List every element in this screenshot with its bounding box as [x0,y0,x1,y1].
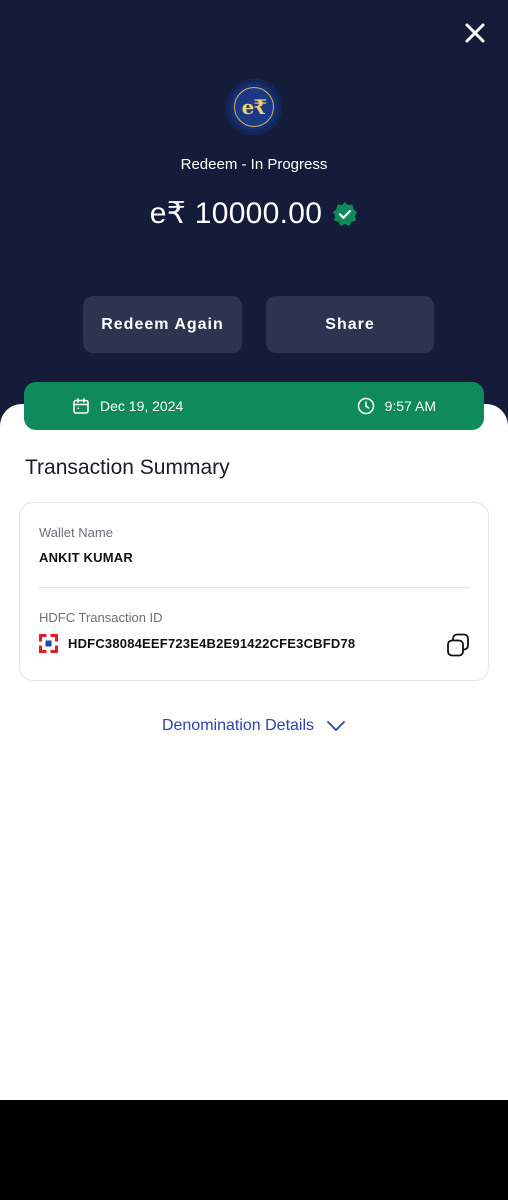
wallet-name-value: ANKIT KUMAR [39,550,133,565]
transaction-screen: e₹ Redeem - In Progress e₹ 10000.00 Rede… [0,0,508,1100]
card-divider [39,587,470,588]
transaction-status: Redeem - In Progress [180,156,328,173]
transaction-details-card: Wallet Name ANKIT KUMAR HDFC Transaction… [19,502,489,681]
hdfc-logo-icon [39,634,58,653]
denomination-details-toggle[interactable]: Denomination Details [0,717,508,735]
transaction-id-value: HDFC38084EEF723E4B2E91422CFE3CBFD78 [68,636,356,651]
calendar-icon [73,398,89,414]
share-button[interactable]: Share [266,296,434,353]
copy-icon[interactable] [445,632,471,658]
transaction-date: Dec 19, 2024 [100,398,184,414]
amount-row: e₹ 10000.00 [0,196,508,231]
close-button[interactable] [461,19,489,47]
transaction-id-row: HDFC38084EEF723E4B2E91422CFE3CBFD78 [39,634,355,653]
transaction-amount: e₹ 10000.00 [149,197,323,230]
transaction-id-label: HDFC Transaction ID [39,610,163,625]
redeem-again-button[interactable]: Redeem Again [83,296,242,353]
transaction-time: 9:57 AM [384,398,436,414]
chevron-down-icon [327,721,345,731]
clock-icon [357,397,374,415]
time-item: 9:57 AM [357,397,436,415]
wallet-name-label: Wallet Name [39,525,113,540]
coin-symbol: e₹ [234,87,274,127]
denomination-details-label: Denomination Details [161,717,315,734]
erupee-coin-logo: e₹ [226,79,282,135]
date-item: Dec 19, 2024 [72,397,183,415]
summary-title: Transaction Summary [25,456,230,479]
close-icon [465,23,485,43]
verified-check-icon [332,201,358,227]
datetime-bar: Dec 19, 2024 9:57 AM [24,382,484,430]
